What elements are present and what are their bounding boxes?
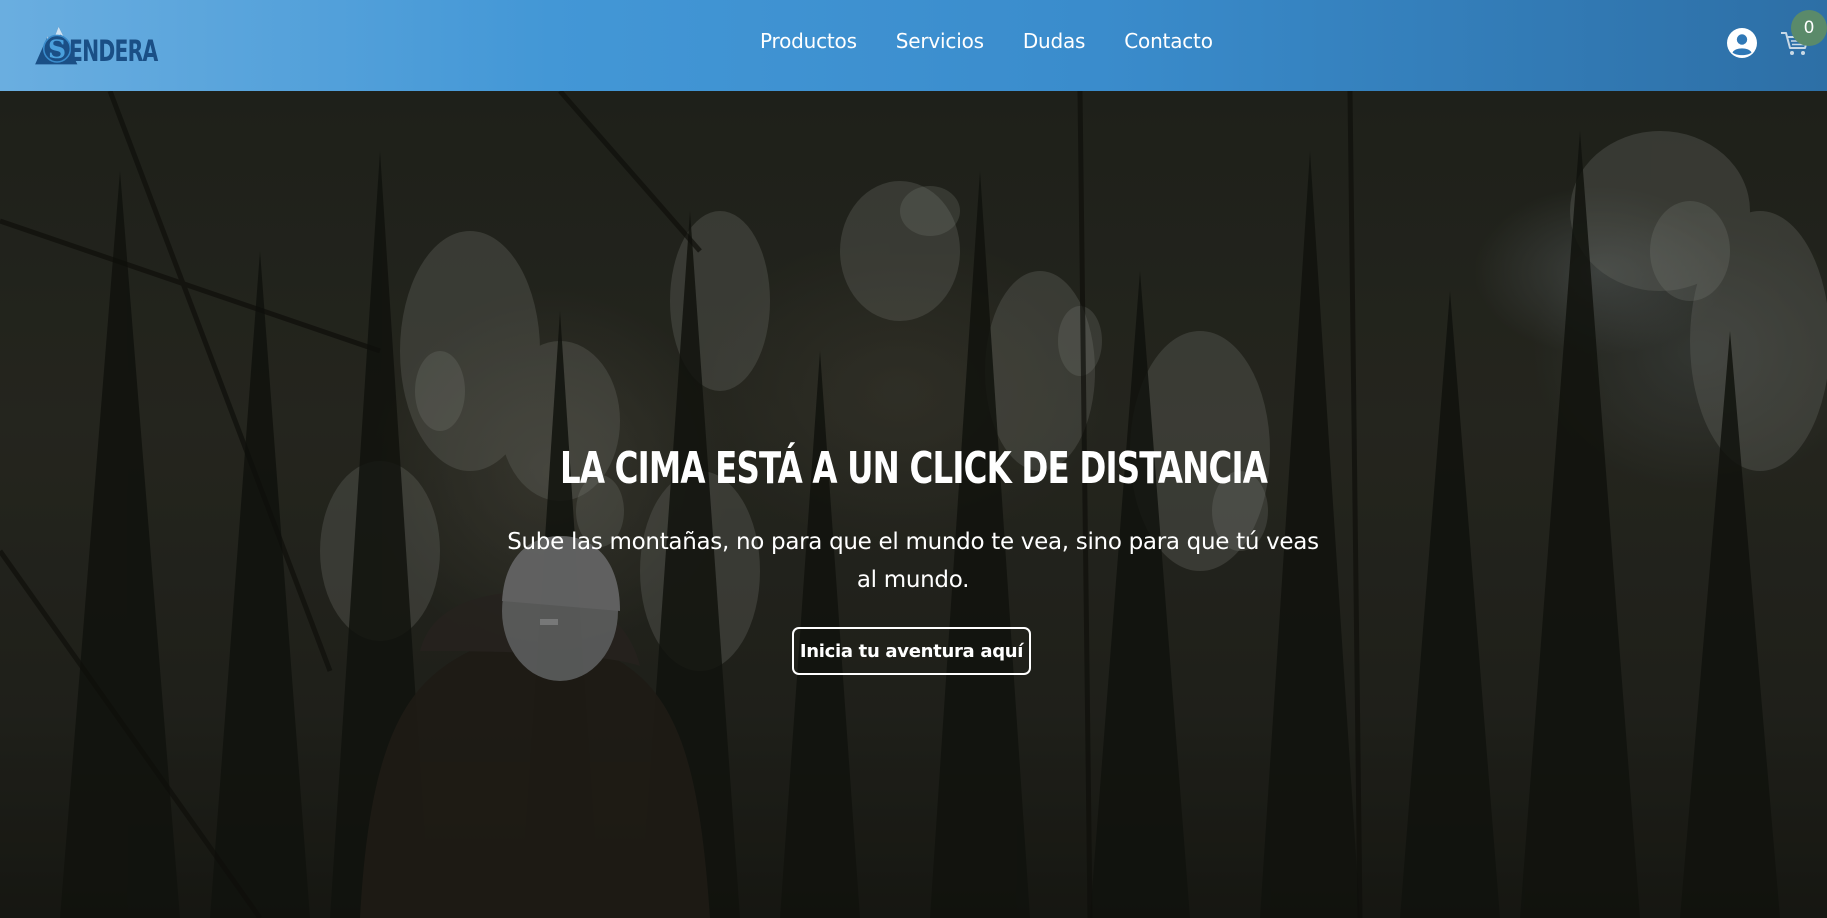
nav-link-servicios[interactable]: Servicios [896,29,984,53]
logo-text: ENDERA [68,34,158,68]
page: S ENDERA Productos Servicios Dudas Conta… [0,0,1827,918]
hero-subtitle: Sube las montañas, no para que el mundo … [507,529,1319,593]
cart-count-badge: 0 [1791,10,1827,46]
main-nav: Productos Servicios Dudas Contacto [760,29,1213,53]
navbar: S ENDERA Productos Servicios Dudas Conta… [0,0,1827,91]
hero-title: LA CIMA ESTÁ A UN CLICK DE DISTANCIA [559,443,1268,494]
nav-link-dudas[interactable]: Dudas [1023,29,1086,53]
logo-link[interactable]: S ENDERA [32,12,182,76]
logo-initial: S [48,34,66,64]
nav-link-productos[interactable]: Productos [760,29,857,53]
nav-link-contacto[interactable]: Contacto [1124,29,1213,53]
user-circle-icon[interactable] [1726,27,1758,59]
hero-dark-overlay [0,91,1827,918]
start-adventure-button[interactable]: Inicia tu aventura aquí [792,627,1031,675]
hero-section: LA CIMA ESTÁ A UN CLICK DE DISTANCIA Sub… [0,91,1827,918]
